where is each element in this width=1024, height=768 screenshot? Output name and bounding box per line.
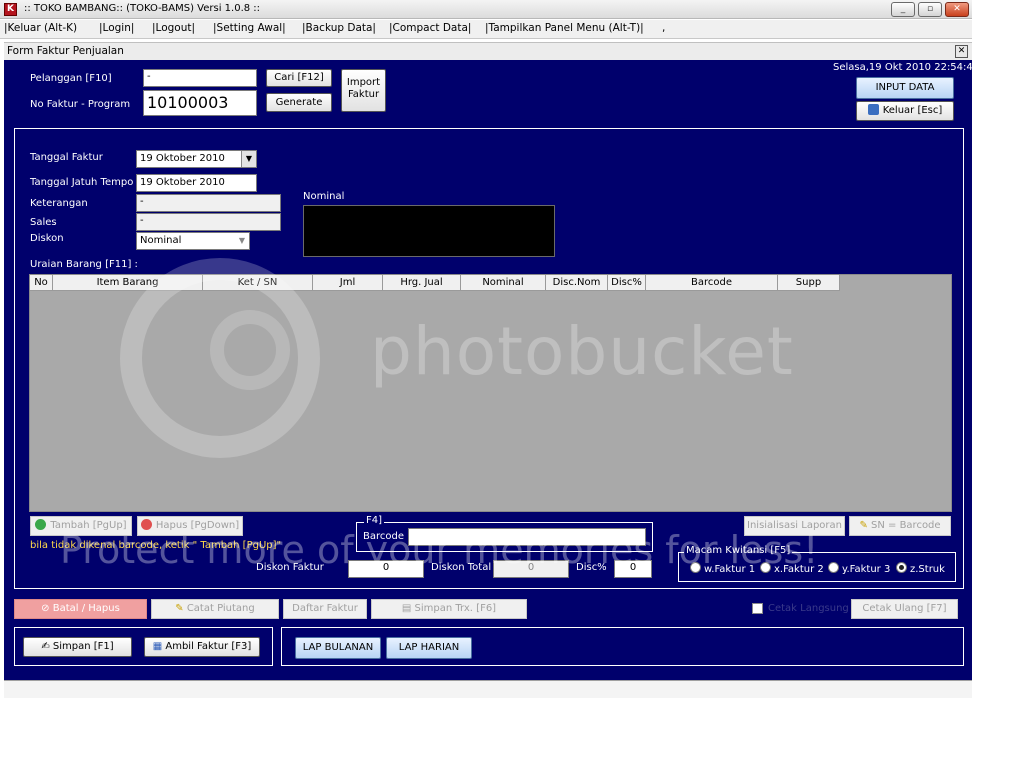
nominal-label: Nominal bbox=[303, 191, 345, 202]
keterangan-input[interactable]: - bbox=[136, 194, 281, 212]
tanggal-faktur-label: Tanggal Faktur bbox=[30, 152, 103, 163]
sales-label: Sales bbox=[30, 217, 57, 228]
batal-button[interactable]: ⊘ Batal / Hapus bbox=[14, 599, 147, 619]
radio-icon bbox=[828, 562, 839, 573]
import-faktur-label-1: Import bbox=[346, 77, 381, 88]
ambil-faktur-label: Ambil Faktur [F3] bbox=[165, 641, 252, 652]
diskon-label: Diskon bbox=[30, 233, 64, 244]
generate-button[interactable]: Generate bbox=[266, 93, 332, 112]
no-faktur-label: No Faktur - Program bbox=[30, 99, 131, 110]
ambil-faktur-button[interactable]: ▦ Ambil Faktur [F3] bbox=[144, 637, 260, 657]
batal-label: Batal / Hapus bbox=[52, 603, 120, 614]
form-title: Form Faktur Penjualan bbox=[7, 45, 124, 57]
watermark-ring-inner bbox=[210, 310, 290, 390]
radio-selected-icon bbox=[896, 562, 907, 573]
col-disc-nom[interactable]: Disc.Nom bbox=[546, 275, 608, 291]
menu-separator: , bbox=[662, 22, 666, 34]
col-hrg-jual[interactable]: Hrg. Jual bbox=[383, 275, 461, 291]
simpan-button[interactable]: ✍ Simpan [F1] bbox=[23, 637, 132, 657]
catat-piutang-button[interactable]: ✎ Catat Piutang bbox=[151, 599, 279, 619]
import-faktur-button[interactable]: Import Faktur bbox=[341, 69, 386, 112]
col-barcode[interactable]: Barcode bbox=[646, 275, 778, 291]
keluar-label: Keluar [Esc] bbox=[882, 105, 943, 116]
uraian-label: Uraian Barang [F11] : bbox=[30, 259, 138, 270]
menu-item-compact-data[interactable]: |Compact Data| bbox=[389, 22, 471, 34]
input-data-button[interactable]: INPUT DATA bbox=[856, 77, 954, 99]
pelanggan-input[interactable]: - bbox=[143, 69, 257, 87]
simpan-label: Simpan [F1] bbox=[52, 641, 114, 652]
pen-icon: ✍ bbox=[41, 641, 53, 652]
form-close-icon[interactable]: ✕ bbox=[955, 45, 968, 58]
pencil-icon: ✎ bbox=[859, 520, 871, 531]
form-caption-bar: Form Faktur Penjualan ✕ bbox=[4, 42, 972, 60]
jatuh-tempo-input[interactable]: 19 Oktober 2010 bbox=[136, 174, 257, 192]
pencil-icon: ✎ bbox=[175, 603, 187, 614]
menu-item-keluar[interactable]: |Keluar (Alt-K) bbox=[4, 22, 77, 34]
barcode-group-title: F4] bbox=[364, 515, 385, 526]
window-title: :: TOKO BAMBANG:: (TOKO-BAMS) Versi 1.0.… bbox=[24, 3, 261, 14]
menu-item-login[interactable]: |Login| bbox=[99, 22, 134, 34]
app-icon: K bbox=[4, 3, 17, 16]
window-titlebar: K :: TOKO BAMBANG:: (TOKO-BAMS) Versi 1.… bbox=[0, 0, 972, 19]
diskon-dropdown-icon: ▼ bbox=[238, 236, 245, 245]
catat-piutang-label: Catat Piutang bbox=[186, 603, 255, 614]
diskon-select[interactable]: Nominal ▼ bbox=[136, 232, 250, 250]
kwitansi-option-4[interactable]: z.Struk bbox=[896, 562, 945, 575]
plus-icon bbox=[35, 519, 47, 530]
col-jml[interactable]: Jml bbox=[313, 275, 383, 291]
tanggal-dropdown-icon[interactable]: ▼ bbox=[241, 151, 256, 167]
menu-item-setting-awal[interactable]: |Setting Awal| bbox=[213, 22, 286, 34]
cetak-langsung-checkbox[interactable] bbox=[752, 603, 763, 614]
status-strip bbox=[4, 680, 972, 698]
lap-bulanan-button[interactable]: LAP BULANAN bbox=[295, 637, 381, 659]
cetak-ulang-button[interactable]: Cetak Ulang [F7] bbox=[851, 599, 958, 619]
close-window-button[interactable]: ✕ bbox=[945, 2, 969, 17]
kwitansi-option-3-label: y.Faktur 3 bbox=[842, 564, 891, 575]
nominal-display bbox=[303, 205, 555, 257]
maximize-button[interactable]: ▫ bbox=[918, 2, 942, 17]
keterangan-label: Keterangan bbox=[30, 198, 88, 209]
sales-input[interactable]: - bbox=[136, 213, 281, 231]
col-disc-pct[interactable]: Disc% bbox=[608, 275, 646, 291]
jatuh-tempo-label: Tanggal Jatuh Tempo bbox=[30, 177, 134, 188]
cancel-icon: ⊘ bbox=[41, 603, 53, 614]
col-supp[interactable]: Supp bbox=[778, 275, 840, 291]
lap-harian-button[interactable]: LAP HARIAN bbox=[386, 637, 472, 659]
kwitansi-option-3[interactable]: y.Faktur 3 bbox=[828, 562, 890, 575]
col-no[interactable]: No bbox=[30, 275, 53, 291]
watermark-brand: photobucket bbox=[370, 313, 794, 390]
menu-bar: |Keluar (Alt-K) |Login| |Logout| |Settin… bbox=[0, 20, 972, 39]
cari-button[interactable]: Cari [F12] bbox=[266, 69, 332, 87]
daftar-faktur-button[interactable]: Daftar Faktur bbox=[283, 599, 367, 619]
tanggal-faktur-value: 19 Oktober 2010 bbox=[140, 153, 225, 164]
diskon-value: Nominal bbox=[140, 235, 182, 246]
save-icon: ▤ bbox=[401, 603, 415, 614]
simpan-trx-label: Simpan Trx. [F6] bbox=[414, 603, 497, 614]
keluar-button[interactable]: Keluar [Esc] bbox=[856, 101, 954, 121]
menu-item-backup-data[interactable]: |Backup Data| bbox=[302, 22, 376, 34]
cetak-langsung-label: Cetak Langsung bbox=[768, 603, 849, 614]
calendar-icon: ▦ bbox=[152, 641, 166, 652]
minimize-button[interactable]: _ bbox=[891, 2, 915, 17]
kwitansi-option-4-label: z.Struk bbox=[910, 564, 945, 575]
simpan-trx-button[interactable]: ▤ Simpan Trx. [F6] bbox=[371, 599, 527, 619]
watermark-slogan: Protect more of your memories for less! bbox=[60, 528, 819, 572]
tanggal-faktur-picker[interactable]: 19 Oktober 2010 bbox=[136, 150, 257, 168]
exit-icon bbox=[867, 104, 879, 115]
menu-item-panel-menu[interactable]: |Tampilkan Panel Menu (Alt-T)| bbox=[485, 22, 644, 34]
menu-item-logout[interactable]: |Logout| bbox=[152, 22, 195, 34]
sn-barcode-label: SN = Barcode bbox=[871, 520, 941, 531]
import-faktur-label-2: Faktur bbox=[347, 89, 380, 100]
datetime-display: Selasa,19 Okt 2010 22:54:49 bbox=[833, 62, 980, 73]
pelanggan-label: Pelanggan [F10] bbox=[30, 73, 112, 84]
no-faktur-input[interactable]: 10100003 bbox=[143, 90, 257, 116]
col-nominal[interactable]: Nominal bbox=[461, 275, 546, 291]
footer-right-frame bbox=[281, 627, 964, 666]
sn-barcode-button[interactable]: ✎ SN = Barcode bbox=[849, 516, 951, 536]
